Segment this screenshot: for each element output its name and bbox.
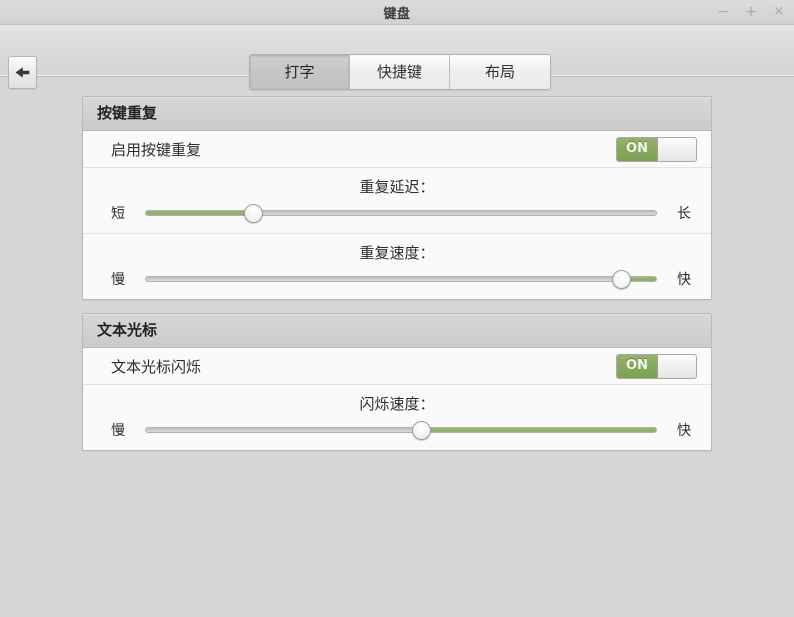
caption-blink-speed: 闪烁速度： — [359, 395, 435, 413]
slider-line-blink-speed: 慢 快 — [83, 420, 711, 440]
toggle-enable-key-repeat[interactable]: ON — [616, 136, 697, 162]
toolbar: 打字 快捷键 布局 — [0, 25, 794, 90]
slider-fill-blink-speed — [421, 428, 656, 432]
panel-header-text-cursor: 文本光标 — [83, 314, 711, 348]
row-repeat-delay: 重复延迟： 短 长 — [83, 168, 711, 234]
label-enable-key-repeat: 启用按键重复 — [111, 140, 202, 159]
row-blink-speed: 闪烁速度： 慢 快 — [83, 385, 711, 450]
maximize-icon[interactable]: + — [744, 4, 758, 20]
tab-layout[interactable]: 布局 — [450, 55, 550, 89]
tab-group: 打字 快捷键 布局 — [249, 54, 551, 90]
slider-track-repeat-speed — [145, 276, 657, 282]
toggle-state-label: ON — [617, 137, 657, 161]
row-enable-key-repeat: 启用按键重复 ON — [83, 131, 711, 168]
toggle-state-label: ON — [617, 354, 657, 378]
label-repeat-delay-min: 短 — [111, 206, 125, 222]
label-blink-speed-max: 快 — [677, 423, 691, 439]
panel-text-cursor: 文本光标 文本光标闪烁 ON 闪烁速度： 慢 快 — [82, 313, 712, 451]
toggle-knob — [657, 354, 696, 378]
slider-track-repeat-delay — [145, 210, 657, 216]
back-button[interactable] — [8, 56, 37, 89]
label-cursor-blink: 文本光标闪烁 — [111, 357, 202, 376]
slider-handle-blink-speed[interactable] — [412, 421, 432, 440]
slider-blink-speed[interactable] — [145, 420, 657, 440]
toggle-knob — [657, 137, 696, 161]
caption-repeat-speed: 重复速度： — [359, 244, 435, 262]
slider-track-blink-speed — [145, 427, 657, 433]
back-arrow-icon — [15, 66, 30, 79]
slider-handle-repeat-speed[interactable] — [612, 270, 632, 289]
settings-content: 按键重复 启用按键重复 ON 重复延迟： 短 长 重复速度： 慢 快 文本光标 … — [0, 77, 794, 451]
tab-shortcuts[interactable]: 快捷键 — [350, 55, 450, 89]
panel-header-key-repeat: 按键重复 — [83, 97, 711, 131]
label-repeat-speed-min: 慢 — [111, 272, 125, 288]
slider-handle-repeat-delay[interactable] — [243, 204, 263, 223]
window-title: 键盘 — [383, 6, 411, 22]
window-controls: − + × — [716, 0, 786, 24]
label-blink-speed-min: 慢 — [111, 423, 125, 439]
slider-repeat-delay[interactable] — [145, 203, 657, 223]
tab-typing[interactable]: 打字 — [250, 55, 350, 89]
slider-fill-repeat-delay — [146, 211, 254, 215]
close-icon[interactable]: × — [772, 4, 786, 20]
panel-key-repeat: 按键重复 启用按键重复 ON 重复延迟： 短 长 重复速度： 慢 快 — [82, 96, 712, 300]
label-repeat-speed-max: 快 — [677, 272, 691, 288]
slider-repeat-speed[interactable] — [145, 269, 657, 289]
label-repeat-delay-max: 长 — [677, 206, 691, 222]
slider-line-repeat-delay: 短 长 — [83, 203, 711, 223]
window-titlebar: 键盘 − + × — [0, 0, 794, 25]
toggle-cursor-blink[interactable]: ON — [616, 353, 697, 379]
row-cursor-blink: 文本光标闪烁 ON — [83, 348, 711, 385]
row-repeat-speed: 重复速度： 慢 快 — [83, 234, 711, 299]
caption-repeat-delay: 重复延迟： — [359, 178, 435, 196]
minimize-icon[interactable]: − — [716, 4, 730, 20]
slider-line-repeat-speed: 慢 快 — [83, 269, 711, 289]
